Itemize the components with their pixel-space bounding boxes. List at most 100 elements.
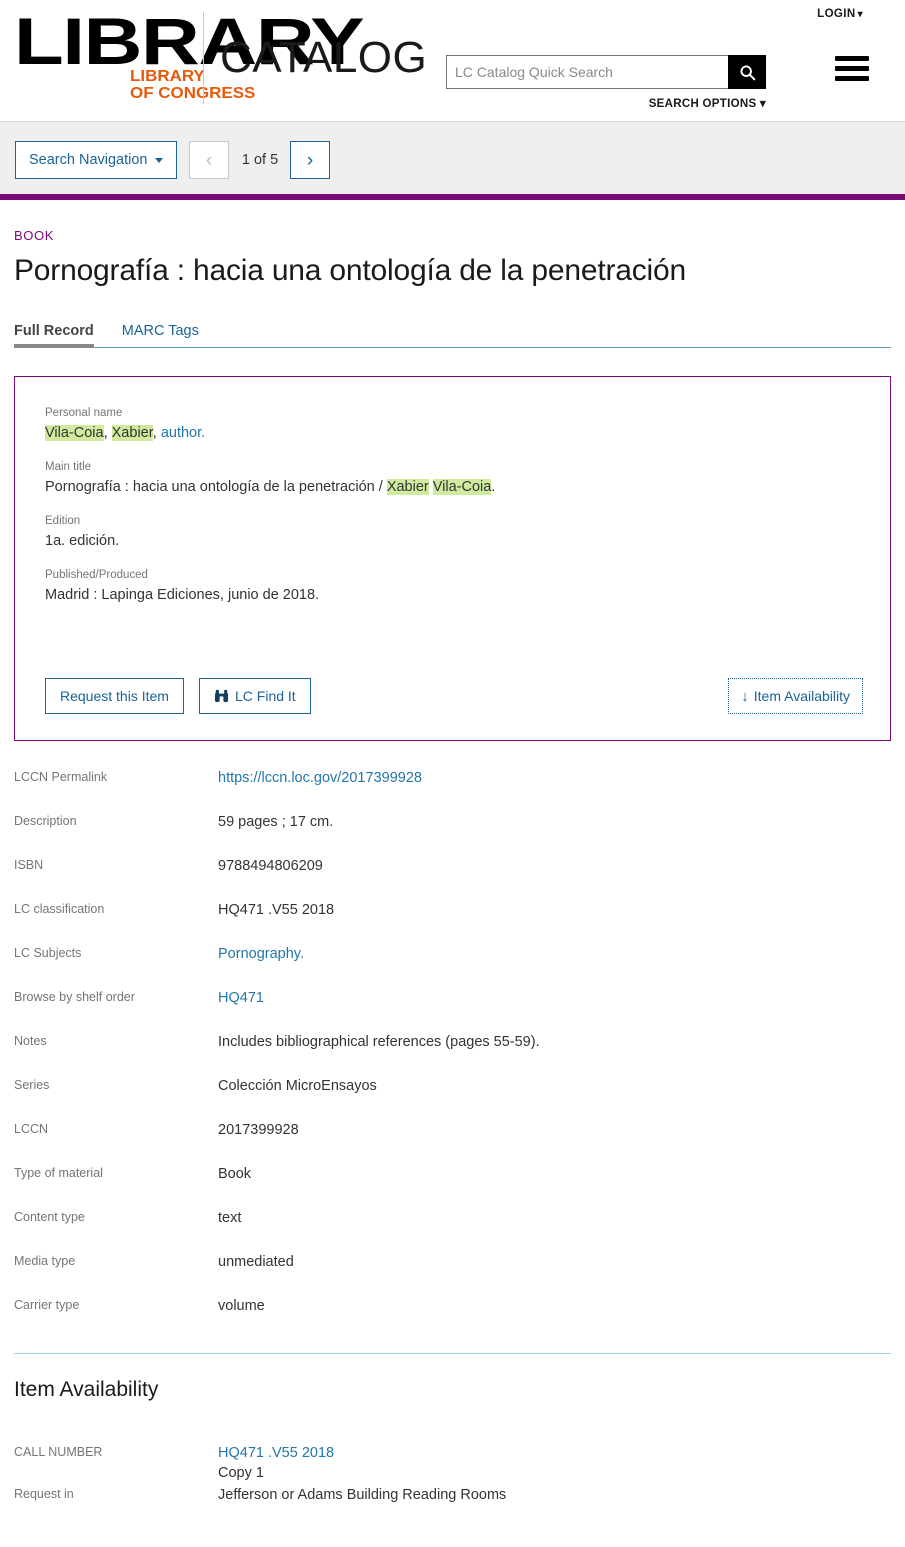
- record-field-text: Pornografía : hacia una ontología de la …: [45, 479, 387, 495]
- metadata-label: ISBN: [14, 858, 44, 872]
- library-of-congress-logo[interactable]: LIBRARY LIBRARY OF CONGRESS: [14, 8, 365, 102]
- metadata-value: Book: [218, 1166, 252, 1182]
- chevron-down-icon: ▾: [857, 9, 863, 20]
- record-field-text: ,: [103, 425, 112, 441]
- metadata-value: Includes bibliographical references (pag…: [218, 1034, 540, 1050]
- record-field-label: Edition: [45, 515, 81, 527]
- record-field-label: Published/Produced: [45, 569, 148, 581]
- metadata-value: unmediated: [218, 1254, 294, 1270]
- record-tabs: Full Record MARC Tags: [14, 318, 891, 348]
- item-availability-heading: Item Availability: [14, 1378, 159, 1401]
- binoculars-icon: [214, 689, 229, 703]
- chevron-right-icon: ›: [306, 149, 314, 171]
- hamburger-menu-button[interactable]: [835, 56, 869, 81]
- record-field: Personal name Vila-Coia, Xabier, author.: [45, 407, 860, 443]
- metadata-row: Type of material Book: [14, 1163, 891, 1207]
- availability-row: CALL NUMBER HQ471 .V55 2018 Copy 1: [14, 1442, 891, 1484]
- metadata-link[interactable]: HQ471: [218, 990, 264, 1006]
- metadata-row: Description 59 pages ; 17 cm.: [14, 811, 891, 855]
- site-header: LIBRARY LIBRARY OF CONGRESS CATALOG LOGI…: [0, 0, 905, 122]
- request-this-item-label: Request this Item: [60, 688, 169, 704]
- item-availability-button[interactable]: ↓ Item Availability: [728, 678, 863, 714]
- record-counter: 1 of 5: [241, 152, 279, 168]
- hamburger-bar: [835, 56, 869, 61]
- caret-down-icon: [154, 157, 163, 163]
- record-field-label: Personal name: [45, 407, 123, 419]
- availability-value: Jefferson or Adams Building Reading Room…: [218, 1484, 506, 1505]
- search-navigation-label: Search Navigation: [29, 152, 148, 168]
- metadata-value: 9788494806209: [218, 858, 323, 874]
- metadata-value[interactable]: HQ471: [218, 987, 264, 1008]
- availability-value: HQ471 .V55 2018 Copy 1: [218, 1442, 334, 1483]
- metadata-value: volume: [218, 1298, 265, 1314]
- call-number-link[interactable]: HQ471 .V55 2018: [218, 1445, 334, 1461]
- metadata-row: LC classification HQ471 .V55 2018: [14, 899, 891, 943]
- metadata-label: Content type: [14, 1210, 85, 1224]
- record-field-value: Pornografía : hacia una ontología de la …: [45, 478, 860, 497]
- record-field-label: Main title: [45, 461, 92, 473]
- record-field-text: ,: [152, 425, 161, 441]
- metadata-value: HQ471 .V55 2018: [218, 902, 335, 918]
- search-term-highlight: Vila-Coia: [45, 425, 104, 441]
- search-options-label: SEARCH OPTIONS: [648, 98, 757, 110]
- arrow-down-icon: ↓: [741, 687, 749, 705]
- record-field-link[interactable]: author.: [161, 425, 205, 441]
- metadata-row: Series Colección MicroEnsayos: [14, 1075, 891, 1119]
- search-submit-button[interactable]: [728, 55, 766, 89]
- metadata-value[interactable]: https://lccn.loc.gov/2017399928: [218, 767, 422, 788]
- record-field: Edition 1a. edición.: [45, 515, 860, 551]
- tab-marc-tags[interactable]: MARC Tags: [122, 323, 199, 347]
- record-field-text: 1a. edición.: [45, 533, 120, 549]
- record-field: Published/Produced Madrid : Lapinga Edici…: [45, 569, 860, 605]
- record-field: Main title Pornografía : hacia una ontolo…: [45, 461, 860, 497]
- record-field-text: Madrid : Lapinga Ediciones, junio de 201…: [45, 587, 320, 603]
- record-actions: Request this Item LC Find It ↓ Item Avai…: [45, 678, 863, 714]
- metadata-label: Series: [14, 1078, 50, 1092]
- next-record-button[interactable]: ›: [290, 141, 330, 179]
- metadata-table: LCCN Permalink https://lccn.loc.gov/20173…: [14, 767, 891, 1339]
- previous-record-button[interactable]: ‹: [189, 141, 229, 179]
- chevron-down-icon: ▾: [759, 98, 766, 110]
- metadata-label: LC classification: [14, 902, 105, 916]
- search-navigation-dropdown[interactable]: Search Navigation: [15, 141, 177, 179]
- search-term-highlight: Xabier: [386, 479, 429, 495]
- section-divider: [14, 1353, 891, 1354]
- metadata-value: 2017399928: [218, 1122, 299, 1138]
- metadata-value: text: [218, 1210, 242, 1226]
- search-options-toggle[interactable]: SEARCH OPTIONS ▾: [446, 96, 766, 110]
- availability-text: Jefferson or Adams Building Reading Room…: [218, 1487, 507, 1503]
- search-input[interactable]: [446, 55, 728, 89]
- logo-block: LIBRARY LIBRARY OF CONGRESS: [14, 8, 365, 102]
- request-this-item-button[interactable]: Request this Item: [45, 678, 184, 714]
- search-term-highlight: Vila-Coia: [432, 479, 492, 495]
- metadata-label: LCCN Permalink: [14, 770, 108, 784]
- search-icon: [740, 65, 755, 80]
- record-field-text: .: [491, 479, 496, 495]
- metadata-link[interactable]: Pornography.: [218, 946, 304, 962]
- record-field-value: Madrid : Lapinga Ediciones, junio de 201…: [45, 586, 860, 605]
- metadata-row: Browse by shelf order HQ471: [14, 987, 891, 1031]
- metadata-value: Colección MicroEnsayos: [218, 1078, 377, 1094]
- record-field-value: Vila-Coia, Xabier, author.: [45, 424, 860, 443]
- metadata-row: Content type text: [14, 1207, 891, 1251]
- availability-label: Request in: [14, 1487, 74, 1501]
- record-summary-card: Personal name Vila-Coia, Xabier, author. M…: [14, 376, 891, 741]
- chevron-left-icon: ‹: [205, 149, 213, 171]
- lc-find-it-button[interactable]: LC Find It: [199, 678, 311, 714]
- metadata-label: Description: [14, 814, 77, 828]
- metadata-label: Type of material: [14, 1166, 103, 1180]
- metadata-row: Media type unmediated: [14, 1251, 891, 1295]
- metadata-row: LCCN 2017399928: [14, 1119, 891, 1163]
- record-field-value: 1a. edición.: [45, 532, 860, 551]
- login-label: LOGIN: [817, 8, 856, 20]
- availability-copy-text: Copy 1: [218, 1465, 264, 1481]
- tab-full-record[interactable]: Full Record: [14, 323, 94, 348]
- metadata-label: LCCN: [14, 1122, 49, 1136]
- login-menu[interactable]: LOGIN ▾: [817, 8, 863, 20]
- metadata-link[interactable]: https://lccn.loc.gov/2017399928: [218, 770, 422, 786]
- availability-label: CALL NUMBER: [14, 1445, 103, 1459]
- hamburger-bar: [835, 76, 869, 81]
- metadata-value[interactable]: Pornography.: [218, 943, 304, 964]
- record-type-kicker: BOOK: [14, 228, 54, 243]
- search-navigation-bar: Search Navigation ‹ 1 of 5 ›: [0, 122, 905, 200]
